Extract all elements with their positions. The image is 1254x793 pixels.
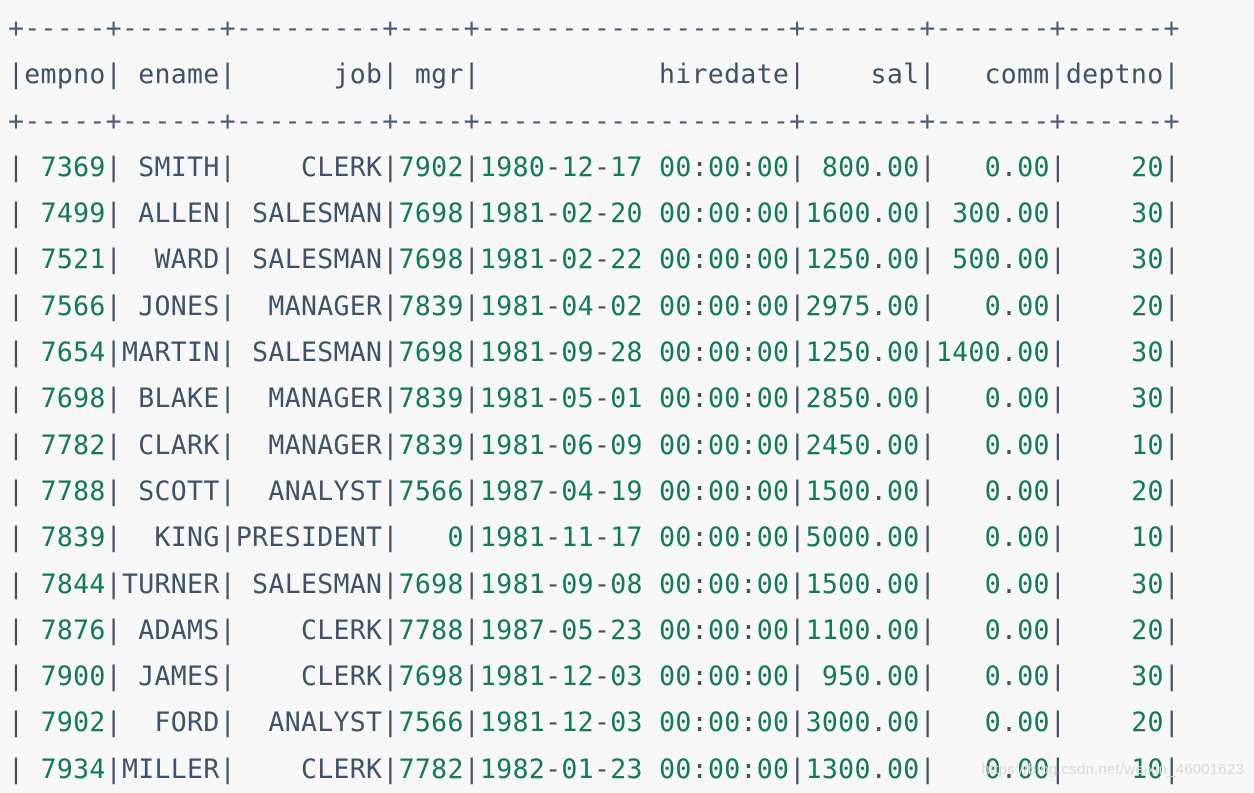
table-row: | 7934|MILLER| CLERK|7782|1982-01-23 00:… bbox=[8, 753, 1181, 785]
terminal-output: +-----+------+---------+----+-----------… bbox=[0, 0, 1254, 786]
table-row: | 7566| JONES| MANAGER|7839|1981-04-02 0… bbox=[8, 290, 1181, 322]
table-row: | 7499| ALLEN| SALESMAN|7698|1981-02-20 … bbox=[8, 198, 1181, 230]
table-row: | 7782| CLARK| MANAGER|7839|1981-06-09 0… bbox=[8, 429, 1181, 461]
table-separator-middle: +-----+------+---------+----+-----------… bbox=[8, 105, 1180, 137]
table-row: | 7698| BLAKE| MANAGER|7839|1981-05-01 0… bbox=[8, 383, 1181, 415]
table-separator-top: +-----+------+---------+----+-----------… bbox=[8, 13, 1180, 44]
table-row: | 7844|TURNER| SALESMAN|7698|1981-09-08 … bbox=[8, 568, 1181, 600]
table-row: | 7654|MARTIN| SALESMAN|7698|1981-09-28 … bbox=[8, 337, 1181, 369]
table-row: | 7900| JAMES| CLERK|7698|1981-12-03 00:… bbox=[8, 661, 1181, 693]
table-row: | 7369| SMITH| CLERK|7902|1980-12-17 00:… bbox=[8, 151, 1181, 183]
table-row: | 7876| ADAMS| CLERK|7788|1987-05-23 00:… bbox=[8, 614, 1181, 646]
table-row: | 7839| KING|PRESIDENT| 0|1981-11-17 00:… bbox=[8, 522, 1181, 554]
table-row: | 7902| FORD| ANALYST|7566|1981-12-03 00… bbox=[8, 707, 1181, 739]
table-row: | 7521| WARD| SALESMAN|7698|1981-02-22 0… bbox=[8, 244, 1181, 276]
table-header-row: |empno| ename| job| mgr| hiredate| sal| … bbox=[8, 59, 1180, 91]
table-body: | 7369| SMITH| CLERK|7902|1980-12-17 00:… bbox=[8, 145, 1254, 793]
table-row: | 7788| SCOTT| ANALYST|7566|1987-04-19 0… bbox=[8, 475, 1181, 507]
